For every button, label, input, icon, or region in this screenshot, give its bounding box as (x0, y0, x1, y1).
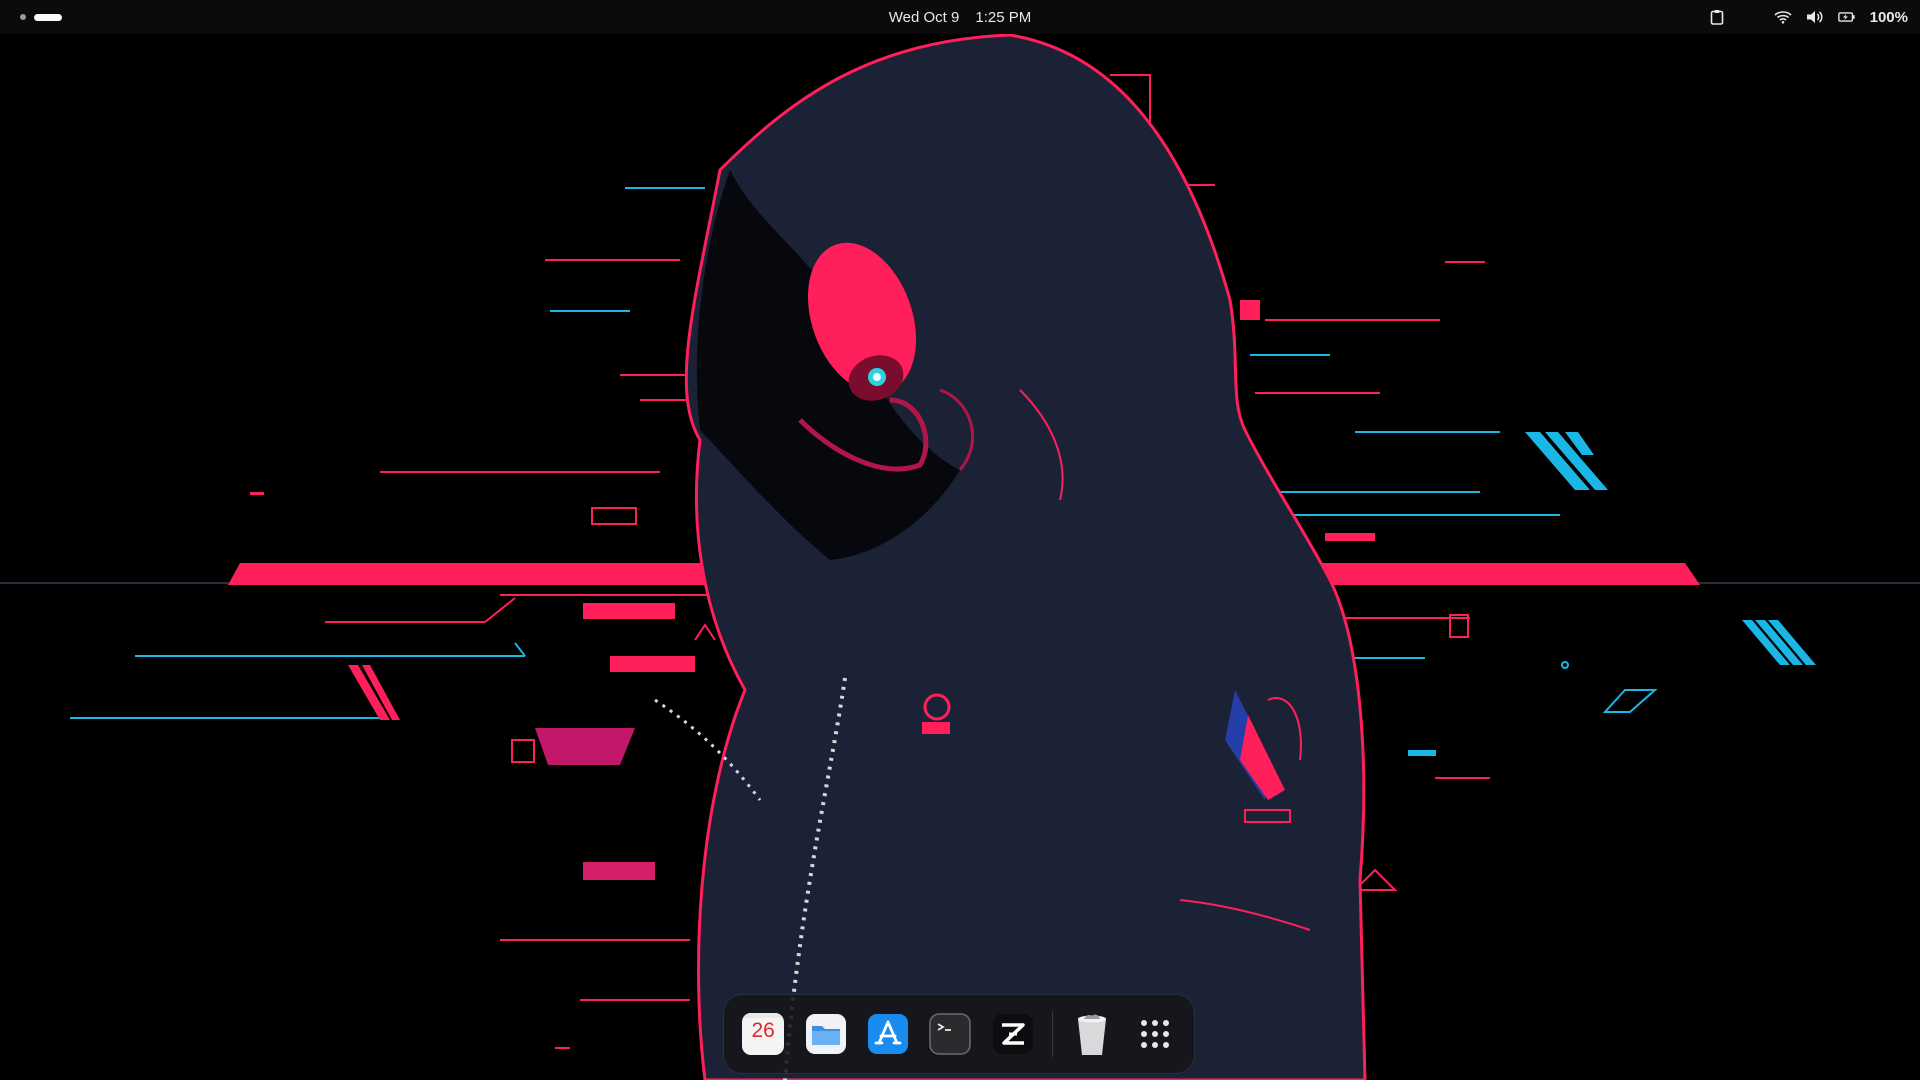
app-store-icon (867, 1014, 908, 1054)
wifi-icon (1774, 8, 1792, 26)
trash-icon (1078, 1014, 1107, 1055)
battery-percentage: 100% (1869, 8, 1908, 26)
dock-app-store[interactable] (865, 1011, 911, 1057)
date-time-menu[interactable]: Wed Oct 9 1:25 PM (889, 0, 1031, 34)
workspace-indicator[interactable] (20, 0, 62, 34)
calendar-icon: 26 (742, 1013, 785, 1055)
system-tray: 100% (1708, 0, 1908, 34)
dock-calendar[interactable]: 26 (740, 1011, 786, 1057)
time-label: 1:25 PM (975, 8, 1032, 26)
dock: 26 (724, 995, 1194, 1073)
dock-terminal[interactable] (927, 1011, 973, 1057)
calendar-day: 26 (751, 1019, 775, 1042)
desktop[interactable]: Wed Oct 9 1:25 PM 100% 26 (0, 0, 1920, 1080)
dock-files[interactable] (803, 1011, 849, 1057)
folder-icon (805, 1014, 846, 1054)
top-bar: Wed Oct 9 1:25 PM 100% (0, 0, 1920, 34)
zed-icon (992, 1014, 1033, 1054)
volume-icon (1806, 8, 1824, 26)
dock-zed[interactable] (990, 1011, 1036, 1057)
system-status-menu[interactable]: 100% (1774, 8, 1908, 26)
terminal-icon (929, 1013, 972, 1055)
battery-icon (1837, 8, 1856, 26)
dock-separator (1052, 1011, 1054, 1057)
clipboard-icon[interactable] (1708, 8, 1726, 26)
dock-trash[interactable] (1069, 1011, 1115, 1057)
date-label: Wed Oct 9 (888, 8, 960, 26)
workspace-dot[interactable] (20, 14, 26, 20)
wallpaper (0, 0, 1920, 1080)
active-workspace-pill[interactable] (34, 13, 62, 21)
show-apps-button[interactable] (1132, 1011, 1178, 1057)
grid-icon (1140, 1020, 1169, 1048)
